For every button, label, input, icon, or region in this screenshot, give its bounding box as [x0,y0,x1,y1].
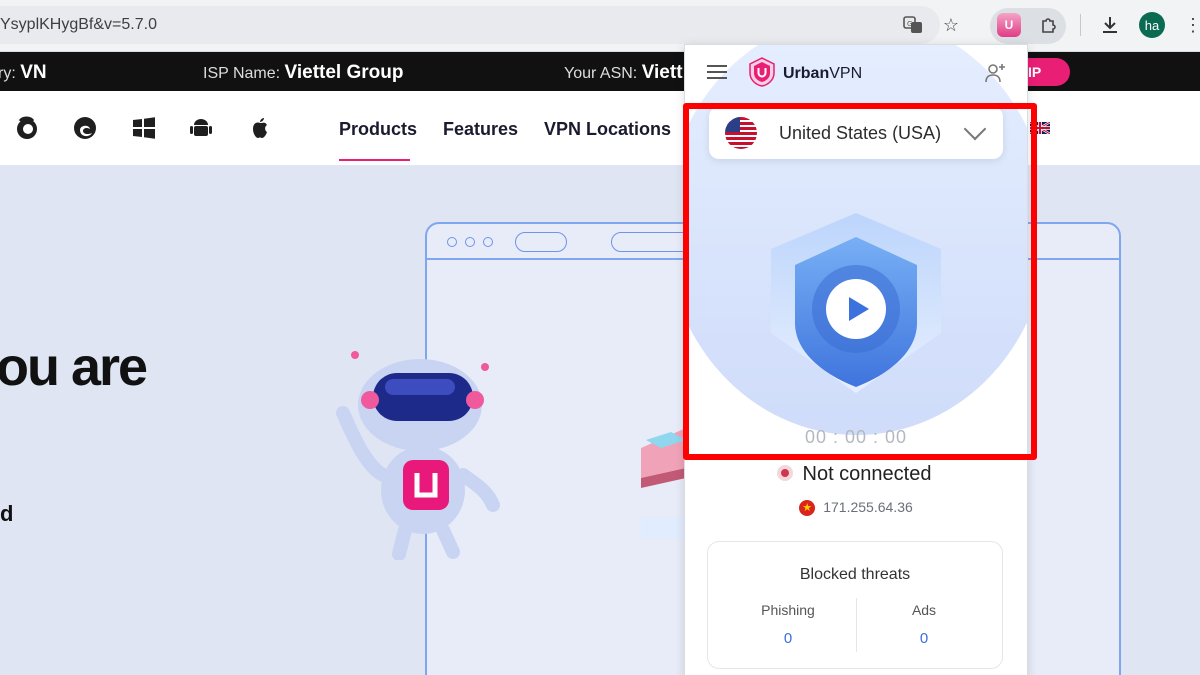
isp-info: ISP Name: Viettel Group [203,62,404,83]
address-bar[interactable]: YsyplKHygBf&v=5.7.0 [0,6,940,44]
ads-count: 0 [919,630,929,647]
phishing-label: Phishing [761,602,815,618]
illustration-nav-arrows [515,232,567,252]
illustration-dot [483,237,493,247]
asn-info: Your ASN: Viett [564,62,683,83]
active-nav-indicator [339,159,410,161]
toolbar-divider [1080,14,1081,36]
download-icon[interactable] [1095,10,1125,40]
blocked-threats-card: Blocked threats Phishing 0 Ads 0 [707,541,1003,669]
ip-address: 171.255.64.36 [823,499,913,515]
us-flag-icon [725,117,757,149]
hero-headline: ou are [0,337,148,397]
brand-name: UrbanVPN [783,65,863,82]
urbanvpn-extension-icon[interactable]: U [997,13,1021,37]
status-text: Not connected [802,463,932,485]
uk-flag-icon[interactable] [1030,122,1050,134]
firefox-icon[interactable] [14,115,40,141]
edge-icon[interactable] [72,115,98,141]
urbanvpn-popup: UrbanVPN United States (USA) 00 : 00 : 0… [684,44,1028,675]
chevron-down-icon[interactable] [963,117,987,141]
bookmark-star-icon[interactable]: ☆ [936,10,966,40]
nav-link-features[interactable]: Features [443,119,518,140]
connect-shield-button[interactable] [769,213,943,393]
selected-country[interactable]: United States (USA) [779,123,941,144]
status-indicator-dot [780,468,789,477]
apple-icon[interactable] [247,115,273,141]
phishing-stat: Phishing 0 [714,602,862,647]
hero-subline: d [0,501,14,526]
urbanvpn-logo-icon [749,57,775,87]
country-info: ry: VN [0,62,47,83]
translate-icon[interactable]: G [898,10,928,40]
svg-text:G: G [907,20,912,28]
phishing-count: 0 [783,630,793,647]
android-icon[interactable] [188,115,214,141]
illustration-dot [465,237,475,247]
windows-icon[interactable] [131,115,157,141]
ads-stat: Ads 0 [850,602,998,647]
nav-link-vpn-locations[interactable]: VPN Locations [544,119,671,140]
blocked-threats-title: Blocked threats [799,566,911,583]
country-selector[interactable]: United States (USA) [709,107,1003,159]
connection-status: Not connected [685,463,1027,486]
extensions-puzzle-icon[interactable] [1034,10,1064,40]
vietnam-flag-icon: ★ [799,500,816,517]
illustration-dot [447,237,457,247]
nav-link-products[interactable]: Products [339,119,417,140]
menu-icon[interactable] [707,65,727,79]
browser-menu-icon[interactable]: ⋮ [1178,10,1200,40]
ads-label: Ads [911,602,937,618]
current-ip: ★ 171.255.64.36 [685,499,1027,517]
robot-mascot-illustration [336,351,500,560]
popup-header: UrbanVPN [685,45,1027,101]
connection-timer: 00 : 00 : 00 [804,427,908,447]
add-user-icon[interactable] [983,61,1007,85]
url-text[interactable]: YsyplKHygBf&v=5.7.0 [0,16,157,34]
profile-avatar[interactable]: ha [1139,12,1165,38]
decorative-block-illustration [641,428,686,538]
